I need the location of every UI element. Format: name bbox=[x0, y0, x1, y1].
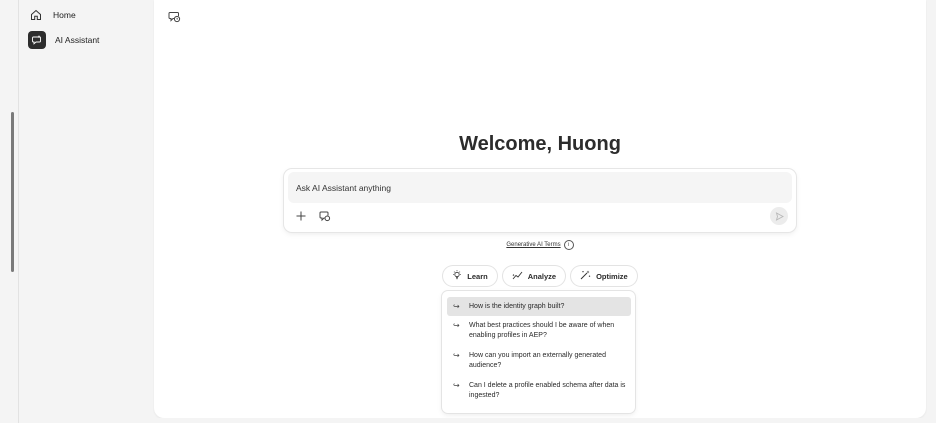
ai-assistant-icon bbox=[28, 31, 46, 49]
suggestion-item[interactable]: ↪ What best practices should I be aware … bbox=[447, 321, 631, 341]
divider bbox=[18, 0, 19, 423]
send-icon bbox=[775, 211, 784, 221]
reply-arrow-icon: ↪ bbox=[453, 321, 460, 330]
chip-optimize[interactable]: Optimize bbox=[571, 266, 637, 286]
plus-icon bbox=[296, 211, 306, 221]
suggestion-text: How is the identity graph built? bbox=[469, 302, 565, 310]
left-gutter bbox=[0, 0, 20, 423]
suggestions-menu: ↪ How is the identity graph built? ↪ Wha… bbox=[442, 291, 635, 413]
analyze-icon bbox=[512, 270, 523, 282]
chips-row: Learn Analyze Optimize bbox=[154, 266, 926, 286]
add-attachment-button[interactable] bbox=[294, 209, 308, 223]
sidebar-item-home[interactable]: Home bbox=[28, 5, 76, 25]
magic-wand-icon bbox=[580, 270, 591, 282]
scrollbar[interactable] bbox=[11, 112, 14, 272]
context-button[interactable] bbox=[318, 209, 332, 223]
send-button[interactable] bbox=[770, 207, 788, 225]
suggestion-item[interactable]: ↪ How is the identity graph built? bbox=[447, 297, 631, 316]
chip-label: Optimize bbox=[596, 271, 628, 281]
prompt-box bbox=[284, 169, 796, 232]
chip-learn[interactable]: Learn bbox=[443, 266, 497, 286]
suggestion-item[interactable]: ↪ Can I delete a profile enabled schema … bbox=[447, 381, 631, 401]
prompt-input-wrap bbox=[288, 172, 792, 203]
reply-arrow-icon: ↪ bbox=[453, 301, 460, 311]
suggestion-text: What best practices should I be aware of… bbox=[469, 322, 615, 339]
sidebar-item-ai-assistant[interactable]: AI Assistant bbox=[28, 30, 99, 50]
chip-label: Analyze bbox=[527, 271, 557, 281]
welcome-heading: Welcome, Huong bbox=[459, 133, 621, 155]
terms-row: Generative AI Terms i bbox=[154, 240, 926, 250]
lightbulb-icon bbox=[452, 270, 462, 282]
sidebar-item-label: AI Assistant bbox=[55, 35, 100, 45]
suggestion-text: How can you import an externally generat… bbox=[469, 352, 606, 369]
suggestion-text: Can I delete a profile enabled schema af… bbox=[469, 382, 626, 399]
chat-history-icon[interactable] bbox=[166, 8, 182, 24]
sidebar: Home AI Assistant bbox=[20, 0, 154, 423]
reply-arrow-icon: ↪ bbox=[453, 381, 460, 390]
reply-arrow-icon: ↪ bbox=[453, 351, 460, 360]
sidebar-item-label: Home bbox=[53, 10, 76, 20]
home-icon bbox=[28, 7, 44, 23]
chip-analyze[interactable]: Analyze bbox=[502, 266, 566, 286]
suggestion-item[interactable]: ↪ How can you import an externally gener… bbox=[447, 351, 631, 371]
bottom-edge bbox=[20, 418, 936, 423]
chat-context-icon bbox=[319, 211, 331, 222]
generative-ai-terms-link[interactable]: Generative AI Terms bbox=[506, 242, 560, 248]
chip-label: Learn bbox=[467, 271, 488, 281]
main-panel: Welcome, Huong Generative AI Terms i Lea… bbox=[154, 0, 926, 418]
info-icon[interactable]: i bbox=[563, 240, 574, 250]
prompt-input[interactable] bbox=[296, 172, 776, 203]
